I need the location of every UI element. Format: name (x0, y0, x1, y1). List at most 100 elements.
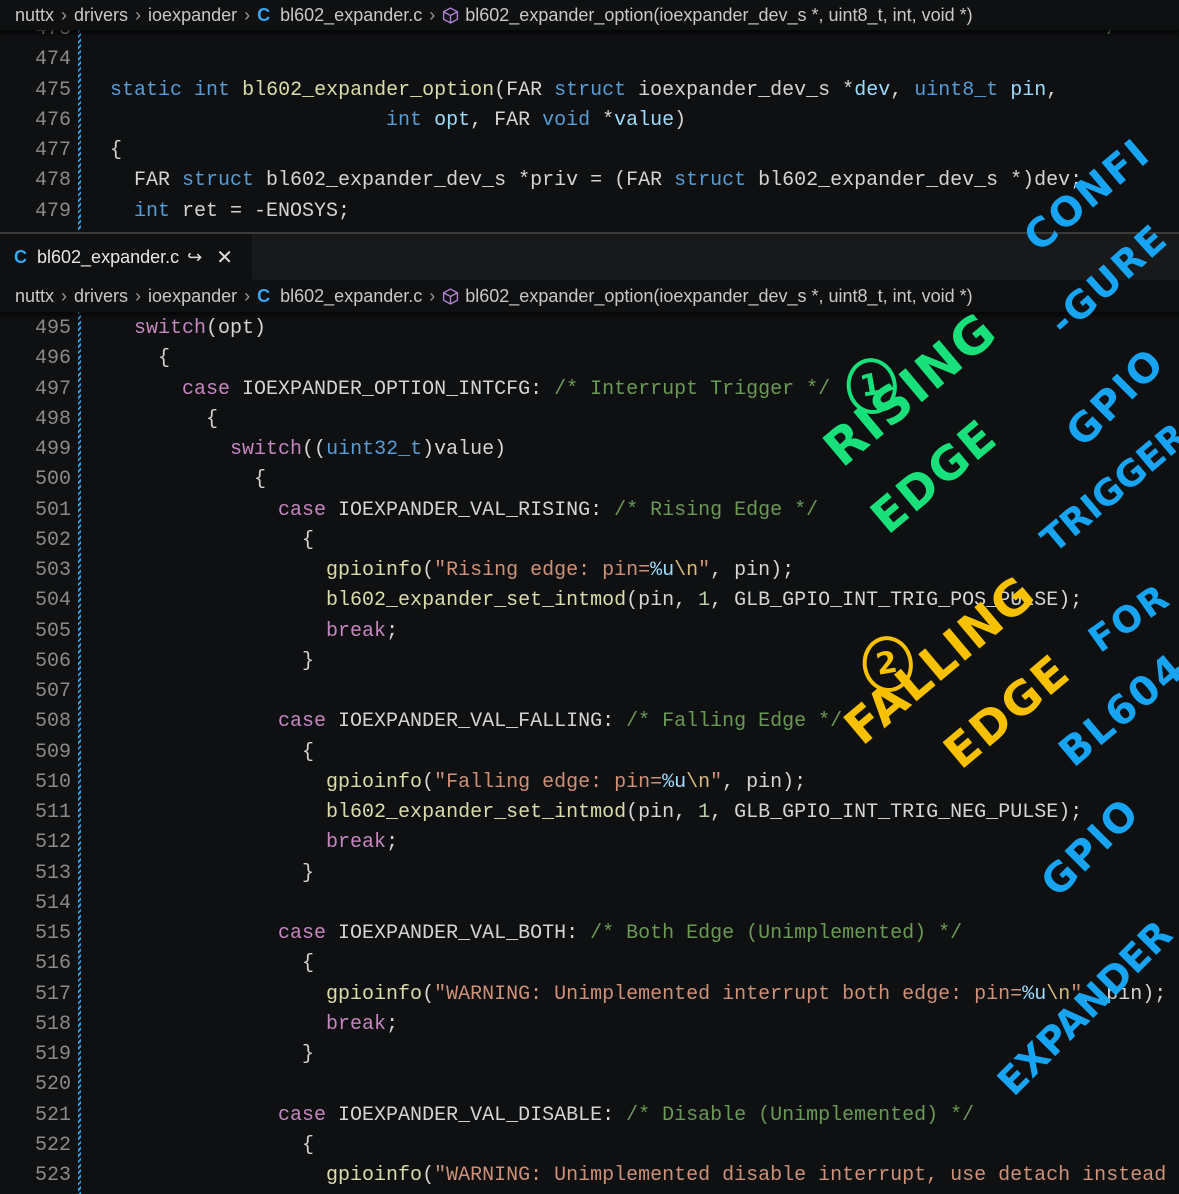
preview-arrow-icon: ↪ (187, 246, 203, 267)
code-line[interactable]: 516 { (0, 949, 1179, 979)
chevron-right-icon: › (135, 285, 142, 306)
tab-bar: C bl602_expander.c ↪ ✕ (0, 232, 1179, 280)
editor-pane-top[interactable]: 473 ^ ^ ^ ^ ^ ^ ^ ^ ^ ^ ^ ^ ^ ^ ^ ^ ^ ^ … (0, 30, 1179, 230)
code-token: break (326, 619, 387, 643)
close-icon[interactable]: ✕ (216, 245, 233, 270)
breadcrumb-item[interactable]: drivers (74, 286, 128, 307)
code-token: /* Falling Edge */ (626, 710, 843, 734)
line-number: 502 (34, 528, 71, 552)
chevron-right-icon: › (429, 285, 436, 306)
code-line[interactable]: 506 } (0, 647, 1179, 677)
code-token: , (1046, 78, 1059, 102)
code-line[interactable]: 511 bl602_expander_set_intmod(pin, 1, GL… (0, 798, 1179, 828)
code-token: IOEXPANDER_VAL_DISABLE: (326, 1103, 627, 1127)
code-token: "WARNING: Unimplemented disable interrup… (434, 1164, 1167, 1187)
code-token: case (278, 922, 327, 945)
breadcrumb-item[interactable]: bl602_expander.c (280, 286, 422, 307)
code-line[interactable]: 517 gpioinfo("WARNING: Unimplemented int… (0, 980, 1179, 1010)
line-number: 497 (34, 377, 71, 401)
code-token: )value) (422, 438, 507, 461)
breadcrumb-top: nuttx › drivers › ioexpander › C bl602_expa… (0, 0, 1179, 30)
code-line[interactable]: 498 { (0, 405, 1179, 435)
code-line[interactable]: 477 { (0, 136, 1179, 166)
code-line[interactable]: 518 break; (0, 1010, 1179, 1040)
breadcrumb-item[interactable]: nuttx (15, 286, 54, 307)
breadcrumb-item[interactable]: nuttx (15, 5, 54, 26)
tab-bl602-expander[interactable]: C bl602_expander.c ↪ ✕ (0, 234, 252, 280)
line-number: 522 (34, 1133, 71, 1157)
breadcrumb-item[interactable]: ioexpander (148, 286, 237, 307)
code-token: 1 (698, 589, 711, 613)
code-line[interactable]: 479 int ret = -ENOSYS; (0, 197, 1179, 227)
code-token: { (110, 139, 123, 162)
breadcrumb-item[interactable]: ioexpander (148, 5, 237, 26)
code-token: gpioinfo (326, 559, 423, 582)
code-token: IOEXPANDER_VAL_BOTH: (326, 922, 591, 945)
code-line[interactable]: 502 { (0, 526, 1179, 556)
line-number: 519 (34, 1043, 71, 1066)
code-text: } (110, 647, 314, 677)
code-line[interactable]: 515 case IOEXPANDER_VAL_BOTH: /* Both Ed… (0, 919, 1179, 949)
breadcrumb-item[interactable]: bl602_expander.c (280, 5, 422, 26)
code-token: ioexpander_dev_s * (626, 78, 855, 102)
line-number: 523 (34, 1164, 71, 1187)
line-number: 520 (34, 1073, 71, 1097)
code-token: IOEXPANDER_VAL_RISING: (326, 498, 615, 522)
code-token: value (614, 108, 675, 132)
code-token: break (326, 831, 387, 855)
breadcrumb-item[interactable]: bl602_expander_option(ioexpander_dev_s *… (465, 5, 972, 26)
code-token: { (110, 407, 219, 431)
code-line[interactable]: 514 (0, 889, 1179, 919)
code-line[interactable]: 478 FAR struct bl602_expander_dev_s *pri… (0, 166, 1179, 196)
code-line[interactable]: 475 static int bl602_expander_option(FAR … (0, 76, 1179, 106)
code-token: \n (674, 559, 699, 582)
line-number: 506 (34, 649, 71, 673)
code-token: ) (674, 108, 687, 132)
code-token: (( (302, 438, 327, 461)
code-text: case IOEXPANDER_VAL_RISING: /* Rising Ed… (110, 496, 818, 526)
code-line[interactable]: 500 { (0, 465, 1179, 495)
code-line[interactable]: 474 (0, 45, 1179, 75)
breadcrumb-item[interactable]: drivers (74, 5, 128, 26)
code-token: ; (386, 1012, 399, 1036)
code-token: IOEXPANDER_VAL_FALLING: (326, 710, 627, 734)
code-token: ^ ^ ^ ^ ^ ^ ^ ^ ^ ^ ^ ^ ^ ^ ^ ^ ^ ^ ^ ^ … (110, 30, 1118, 41)
code-line[interactable]: 512 break; (0, 828, 1179, 858)
code-token: { (110, 468, 267, 492)
code-line[interactable]: 497 case IOEXPANDER_OPTION_INTCFG: /* In… (0, 375, 1179, 405)
code-token: ret = -ENOSYS; (170, 199, 351, 223)
code-token: (pin, (626, 589, 699, 613)
code-line[interactable]: 522 { (0, 1131, 1179, 1161)
code-text: FAR struct bl602_expander_dev_s *priv = … (110, 166, 1082, 196)
code-text: { (110, 465, 266, 495)
code-token: int (134, 199, 171, 223)
code-token: ( (422, 770, 435, 794)
code-token: bl602_expander_dev_s *priv = (FAR (254, 169, 675, 193)
code-token: gpioinfo (326, 982, 423, 1006)
code-line[interactable]: 521 case IOEXPANDER_VAL_DISABLE: /* Disa… (0, 1101, 1179, 1131)
code-line[interactable]: 476 int opt, FAR void *value) (0, 106, 1179, 136)
line-number: 479 (34, 199, 71, 223)
code-token: FAR (110, 169, 183, 193)
breadcrumb-item[interactable]: bl602_expander_option(ioexpander_dev_s *… (465, 286, 972, 307)
line-number: 474 (34, 48, 71, 72)
code-line[interactable]: 513 } (0, 859, 1179, 889)
code-token: , pin); (710, 559, 795, 582)
code-token: * (590, 108, 615, 132)
line-number: 512 (34, 831, 71, 855)
code-token: { (110, 740, 315, 764)
code-line[interactable]: 473 ^ ^ ^ ^ ^ ^ ^ ^ ^ ^ ^ ^ ^ ^ ^ ^ ^ ^ … (0, 30, 1179, 45)
cube-icon (443, 6, 459, 24)
code-line[interactable]: 510 gpioinfo("Falling edge: pin=%u\n", p… (0, 768, 1179, 798)
code-token: switch (230, 438, 303, 461)
code-line[interactable]: 523 gpioinfo("WARNING: Unimplemented dis… (0, 1161, 1179, 1191)
code-token: (pin, (626, 801, 699, 824)
code-line[interactable]: 501 case IOEXPANDER_VAL_RISING: /* Risin… (0, 496, 1179, 526)
